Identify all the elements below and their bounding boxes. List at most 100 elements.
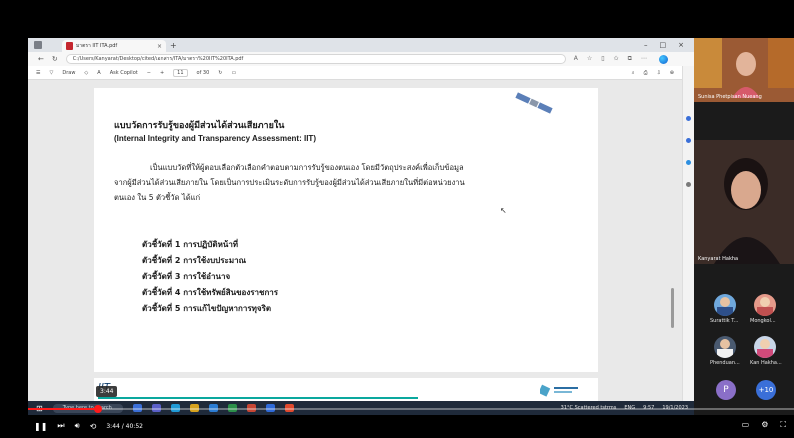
participant-avatar[interactable] [714, 294, 736, 316]
zoom-out-icon[interactable]: − [147, 70, 151, 76]
rotate-icon[interactable]: ↻ [218, 70, 222, 76]
page-view-icon[interactable]: ▭ [232, 70, 237, 76]
video-frame: มาตรา IIT ITA.pdf × + – □ × ← ↻ C:/Users… [0, 0, 794, 438]
avatar-image [757, 339, 773, 358]
participant-video [694, 38, 794, 102]
copilot-icon[interactable] [658, 54, 668, 64]
url-field[interactable]: C:/Users/Kanyarat/Desktop/cited/เอกสาร/I… [65, 54, 566, 64]
address-actions: A ☆ ▯ ✩ ⧉ ⋯ [574, 55, 647, 63]
participant-name: Phenduan... [710, 360, 740, 366]
video-progress-fill [28, 408, 98, 410]
more-participants-badge[interactable]: +10 [756, 380, 776, 400]
participant-name: Surattik T... [710, 318, 739, 324]
browser-tab-bar: มาตรา IIT ITA.pdf × + – □ × [28, 38, 694, 52]
participant-name: Kan Hakha... [750, 360, 782, 366]
video-time-display: 3:44 / 40:52 [106, 422, 143, 430]
settings-icon[interactable]: ⚙ [761, 420, 768, 430]
favorites-icon[interactable]: ✩ [614, 55, 619, 63]
participant-tile-top[interactable]: Sunisa Phetpisan Nueang [694, 38, 794, 102]
sidebar-tools-icon[interactable] [686, 160, 691, 165]
document-heading: แบบวัดการรับรู้ของผู้มีส่วนได้ส่วนเสียภา… [114, 121, 285, 131]
highlight-icon[interactable]: ▽ [49, 70, 53, 76]
participant-initial-avatar[interactable]: P [716, 380, 736, 400]
pdf-page: แบบวัดการรับรู้ของผู้มีส่วนได้ส่วนเสียภา… [94, 88, 598, 372]
mouse-cursor-icon: ↖ [500, 206, 507, 215]
volume-icon[interactable]: 🔊︎ [75, 421, 80, 431]
print-icon[interactable]: ⎙ [644, 70, 648, 76]
indicator-item: ตัวชี้วัดที่ 2 การใช้งบประมาณ [142, 256, 247, 265]
ask-copilot-button[interactable]: Ask Copilot [110, 70, 138, 76]
back-icon[interactable]: ← [38, 55, 44, 63]
page-number-input[interactable]: 11 [173, 68, 188, 77]
sidebar-add-icon[interactable] [686, 182, 691, 187]
pdf-toolbar-right: ⌕ ⎙ ⇩ ⊕ [632, 70, 682, 76]
split-icon[interactable]: ▯ [601, 55, 604, 63]
pdf-toolbar: ☰ ▽ Draw ◇ A Ask Copilot − + 11 of 30 ↻ … [28, 66, 682, 80]
refresh-icon[interactable]: ↻ [52, 55, 58, 63]
paragraph-line: เป็นแบบวัดที่ให้ผู้ตอบเลือกตัวเลือกคำตอบ… [150, 163, 464, 172]
draw-button[interactable]: Draw [62, 70, 75, 76]
read-aloud-icon[interactable]: A [574, 55, 578, 63]
captions-icon[interactable]: ▭ [742, 420, 750, 430]
video-progress-bar[interactable] [28, 405, 794, 413]
search-icon[interactable]: ⌕ [632, 70, 635, 76]
erase-icon[interactable]: ◇ [84, 70, 88, 76]
close-window-icon[interactable]: × [678, 41, 684, 49]
speaker-tile[interactable]: Kanyarat Hakha [694, 140, 794, 264]
sidebar-shopping-icon[interactable] [686, 138, 691, 143]
participant-avatar[interactable] [714, 336, 736, 358]
sidebar-search-icon[interactable] [686, 116, 691, 121]
play-pause-icon[interactable]: ❚❚ [34, 422, 47, 431]
replay-icon[interactable]: ⟲ [90, 422, 97, 431]
player-controls: ❚❚ ⏭ 🔊︎ ⟲ 3:44 / 40:52 [0, 416, 794, 436]
document-subheading: (Internal Integrity and Transparency Ass… [114, 134, 316, 143]
avatar-image [717, 297, 733, 316]
address-bar: ← ↻ C:/Users/Kanyarat/Desktop/cited/เอกส… [28, 52, 694, 66]
speaker-video [694, 140, 794, 264]
menu-icon[interactable]: ⋯ [641, 55, 647, 63]
paragraph-line: ตนเอง ใน 5 ตัวชี้วัด ได้แก่ [114, 193, 201, 202]
collections-icon[interactable]: ⧉ [628, 55, 632, 63]
participant-avatar[interactable] [754, 336, 776, 358]
progress-scrubber[interactable] [93, 405, 102, 413]
tab-title: มาตรา IIT ITA.pdf [76, 43, 118, 49]
skip-next-icon[interactable]: ⏭ [57, 421, 64, 431]
player-right-controls: ▭ ⚙ ⛶ [742, 420, 786, 430]
indicator-item: ตัวชี้วัดที่ 3 การใช้อำนาจ [142, 272, 231, 281]
teal-divider [98, 397, 418, 399]
indicator-list: ตัวชี้วัดที่ 1 การปฏิบัติหน้าที่ ตัวชี้ว… [142, 238, 278, 318]
pdf-icon [66, 42, 73, 50]
pin-icon[interactable]: ⊕ [670, 70, 674, 76]
scrollbar-thumb[interactable] [671, 288, 674, 328]
workspace-icon[interactable] [34, 41, 42, 49]
edge-sidebar [682, 66, 694, 401]
participant-name: Sunisa Phetpisan Nueang [698, 94, 762, 100]
next-pdf-page: IIT [94, 378, 598, 401]
save-icon[interactable]: ⇩ [657, 70, 661, 76]
document-scrollbar[interactable] [671, 128, 675, 398]
minimize-icon[interactable]: – [644, 41, 648, 49]
new-tab-icon[interactable]: + [170, 41, 177, 50]
close-icon[interactable]: × [157, 43, 162, 50]
participant-avatar[interactable] [754, 294, 776, 316]
ita-logo-icon [540, 384, 578, 397]
favorite-icon[interactable]: ☆ [587, 55, 592, 63]
indicator-item: ตัวชี้วัดที่ 5 การแก้ไขปัญหาการทุจริต [142, 304, 272, 313]
indicator-item: ตัวชี้วัดที่ 4 การใช้ทรัพย์สินของราชการ [142, 288, 279, 297]
text-icon[interactable]: A [97, 70, 100, 76]
zoom-in-icon[interactable]: + [160, 70, 164, 76]
seek-time-tooltip: 3:44 [96, 386, 118, 397]
fullscreen-icon[interactable]: ⛶ [780, 420, 786, 430]
maximize-icon[interactable]: □ [660, 41, 667, 49]
avatar-image [717, 339, 733, 358]
avatar-image [757, 297, 773, 316]
participant-gallery: Sunisa Phetpisan Nueang Kanyarat Hakha S… [694, 38, 794, 415]
contents-icon[interactable]: ☰ [36, 70, 40, 76]
browser-tab[interactable]: มาตรา IIT ITA.pdf × [62, 40, 166, 52]
participant-name: Mongkol... [750, 318, 776, 324]
satellite-graphic [515, 92, 553, 114]
document-area: แบบวัดการรับรู้ของผู้มีส่วนได้ส่วนเสียภา… [28, 80, 682, 401]
shared-screen: มาตรา IIT ITA.pdf × + – □ × ← ↻ C:/Users… [28, 38, 694, 415]
document-paragraph: เป็นแบบวัดที่ให้ผู้ตอบเลือกตัวเลือกคำตอบ… [114, 160, 584, 205]
paragraph-line: จากผู้มีส่วนได้ส่วนเสียภายใน โดยเป็นการป… [114, 178, 465, 187]
